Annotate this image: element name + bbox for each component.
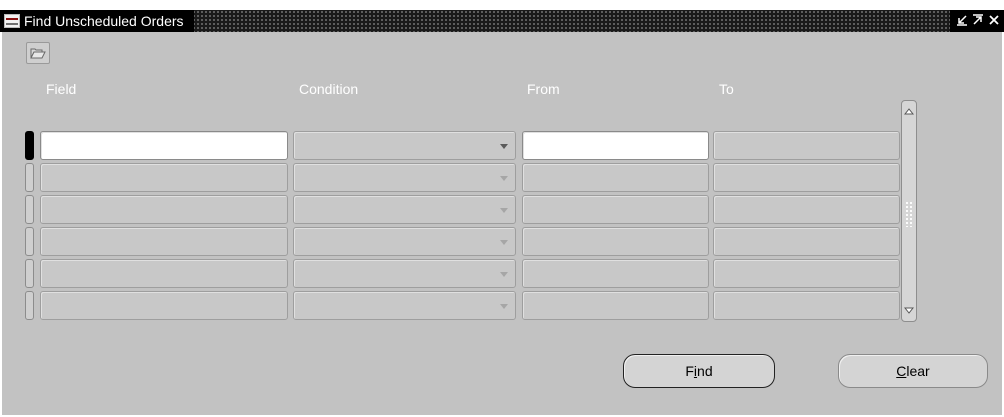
from-cell[interactable] <box>522 195 709 224</box>
window-title: Find Unscheduled Orders <box>24 13 184 29</box>
condition-select[interactable] <box>293 259 516 288</box>
field-cell[interactable] <box>40 195 288 224</box>
condition-select[interactable] <box>293 291 516 320</box>
title-bar[interactable]: Find Unscheduled Orders <box>0 10 1004 32</box>
column-header-to: To <box>719 81 734 97</box>
condition-select[interactable] <box>293 227 516 256</box>
chevron-down-icon[interactable] <box>500 144 508 149</box>
minimize-icon[interactable] <box>954 10 970 32</box>
close-icon[interactable] <box>986 10 1002 32</box>
clear-button[interactable]: Clear <box>838 354 988 388</box>
maximize-icon[interactable] <box>970 10 986 32</box>
from-cell[interactable] <box>522 291 709 320</box>
condition-select[interactable] <box>293 195 516 224</box>
condition-select[interactable] <box>293 131 516 160</box>
row-selector[interactable] <box>25 195 34 224</box>
vertical-scrollbar[interactable] <box>901 100 917 322</box>
row-selector[interactable] <box>25 227 34 256</box>
field-cell[interactable] <box>40 291 288 320</box>
from-cell[interactable] <box>522 259 709 288</box>
column-header-condition: Condition <box>299 81 359 97</box>
title-left: Find Unscheduled Orders <box>0 10 194 32</box>
window-controls <box>950 10 1004 32</box>
find-button[interactable]: Find <box>623 354 775 388</box>
chevron-down-icon[interactable] <box>500 304 508 309</box>
field-cell[interactable] <box>40 259 288 288</box>
from-cell[interactable] <box>522 131 709 160</box>
chevron-down-icon[interactable] <box>500 240 508 245</box>
field-cell[interactable] <box>40 163 288 192</box>
find-button-label: Find <box>685 363 713 379</box>
find-unscheduled-orders-window: Find Unscheduled Orders Field Condition … <box>0 0 1004 417</box>
field-cell[interactable] <box>40 131 288 160</box>
chevron-down-icon[interactable] <box>500 176 508 181</box>
scroll-down-icon[interactable] <box>903 304 915 318</box>
field-cell[interactable] <box>40 227 288 256</box>
condition-select[interactable] <box>293 163 516 192</box>
to-cell[interactable] <box>713 227 900 256</box>
row-selector[interactable] <box>25 291 34 320</box>
column-header-field: Field <box>46 81 77 97</box>
from-cell[interactable] <box>522 227 709 256</box>
chevron-down-icon[interactable] <box>500 272 508 277</box>
scrollbar-grip[interactable] <box>905 201 913 227</box>
row-selector[interactable] <box>25 163 34 192</box>
to-cell[interactable] <box>713 195 900 224</box>
scroll-up-icon[interactable] <box>903 104 915 118</box>
folder-open-icon[interactable] <box>26 42 50 64</box>
window-top-edge <box>0 0 1004 10</box>
to-cell[interactable] <box>713 163 900 192</box>
from-cell[interactable] <box>522 163 709 192</box>
chevron-down-icon[interactable] <box>500 208 508 213</box>
clear-button-label: Clear <box>896 363 930 379</box>
row-selector[interactable] <box>25 259 34 288</box>
column-header-from: From <box>527 81 560 97</box>
to-cell[interactable] <box>713 291 900 320</box>
to-cell[interactable] <box>713 131 900 160</box>
row-selector[interactable] <box>25 131 34 160</box>
to-cell[interactable] <box>713 259 900 288</box>
oracle-app-icon <box>4 14 20 28</box>
